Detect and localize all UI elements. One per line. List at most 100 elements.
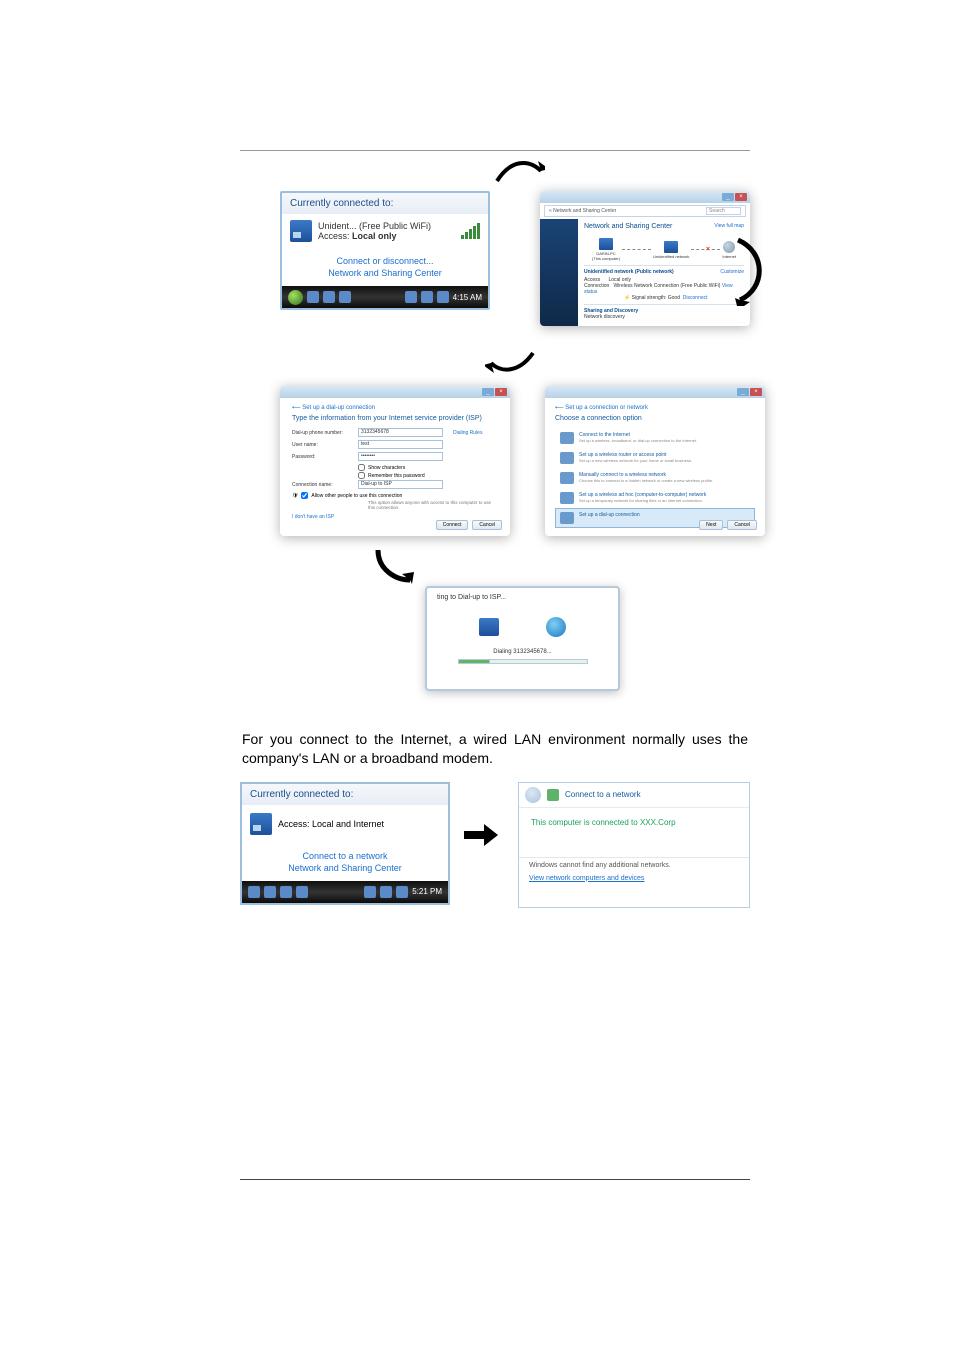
network-icon: [250, 813, 272, 835]
username-input[interactable]: test: [358, 440, 443, 449]
close-button[interactable]: ×: [750, 388, 762, 396]
password-input[interactable]: ••••••••: [358, 452, 443, 461]
network-icon: [290, 220, 312, 242]
option-connect-internet[interactable]: Connect to the InternetSet up a wireless…: [555, 428, 755, 448]
adhoc-icon: [560, 492, 574, 504]
link-view-full-map[interactable]: View full map: [714, 223, 744, 229]
tray-icon[interactable]: [380, 886, 392, 898]
show-chars-checkbox[interactable]: [358, 464, 365, 471]
taskbar-clock: 5:21 PM: [412, 887, 442, 896]
no-networks-note: Windows cannot find any additional netwo…: [519, 857, 749, 873]
taskbar-icon[interactable]: [248, 886, 260, 898]
arrow-down-right: [370, 546, 420, 586]
network-name: Unident... (Free Public WiFi): [318, 221, 431, 231]
arrow-right-curve: [495, 157, 545, 187]
figure-network-setup-flow: Currently connected to: Unident... (Free…: [240, 150, 750, 710]
dialog-title: ting to Dial-up to ISP...: [427, 588, 618, 613]
taskbar: 5:21 PM: [242, 881, 448, 903]
start-orb-icon[interactable]: [288, 290, 303, 305]
tray-icon[interactable]: [405, 291, 417, 303]
next-button[interactable]: Next: [699, 520, 723, 530]
tray-icon[interactable]: [437, 291, 449, 303]
window-network-sharing-center: _ × « Network and Sharing Center Search …: [540, 191, 750, 326]
taskbar-icon[interactable]: [339, 291, 351, 303]
address-bar[interactable]: « Network and Sharing Center Search: [544, 205, 746, 217]
cancel-button[interactable]: Cancel: [472, 520, 502, 530]
minimize-button[interactable]: _: [737, 388, 749, 396]
link-dialing-rules[interactable]: Dialing Rules: [453, 430, 482, 436]
taskbar: 4:15 AM: [282, 286, 488, 308]
option-adhoc[interactable]: Set up a wireless ad hoc (computer-to-co…: [555, 488, 755, 508]
remember-password-checkbox[interactable]: [358, 472, 365, 479]
window-titlebar: [545, 386, 765, 398]
x-mark-icon: ×: [706, 246, 710, 253]
back-button-icon[interactable]: [525, 787, 541, 803]
window-connect-to-network: Connect to a network This computer is co…: [518, 782, 750, 908]
window-titlebar: [540, 191, 750, 203]
body-paragraph: For you connect to the Internet, a wired…: [240, 730, 750, 768]
arrow-right: [462, 822, 498, 848]
close-button[interactable]: ×: [735, 193, 747, 201]
wizard-back-title: ⟵ Set up a connection or network: [555, 404, 755, 411]
link-network-sharing-center[interactable]: Network and Sharing Center: [290, 268, 480, 278]
popup-heading: Currently connected to:: [282, 193, 488, 214]
tray-icon[interactable]: [364, 886, 376, 898]
search-input[interactable]: Search: [706, 207, 741, 215]
network-info: Unident... (Free Public WiFi) Access: Lo…: [318, 221, 431, 241]
wizard-heading: Type the information from your Internet …: [292, 415, 498, 422]
wizard-heading: Choose a connection option: [555, 415, 755, 422]
signal-bars-icon: [461, 223, 480, 239]
allow-others-checkbox[interactable]: [301, 492, 308, 499]
cancel-button[interactable]: Cancel: [727, 520, 757, 530]
taskbar-icon[interactable]: [264, 886, 276, 898]
sidebar: [540, 219, 578, 326]
computer-icon: [479, 618, 499, 636]
globe-icon: [546, 617, 566, 637]
link-network-sharing-center[interactable]: Network and Sharing Center: [248, 863, 442, 873]
phone-icon: [560, 512, 574, 524]
wizard-back-title: ⟵ Set up a dial-up connection: [292, 404, 498, 411]
connected-message: This computer is connected to XXX.Corp: [519, 808, 749, 837]
access-line: Access: Local and Internet: [278, 819, 384, 829]
window-choose-connection-option: _× ⟵ Set up a connection or network Choo…: [545, 386, 765, 536]
popup-heading: Currently connected to:: [242, 784, 448, 805]
computer-icon: [599, 238, 613, 250]
taskbar-clock: 4:15 AM: [453, 293, 482, 302]
taskbar-icon[interactable]: [296, 886, 308, 898]
network-icon: [547, 789, 559, 801]
link-view-devices[interactable]: View network computers and devices: [519, 873, 749, 884]
arrow-left-curve: [485, 347, 535, 377]
option-manual-wireless[interactable]: Manually connect to a wireless networkCh…: [555, 468, 755, 488]
link-connect-network[interactable]: Connect to a network: [248, 851, 442, 861]
window-dialup-setup: _× ⟵ Set up a dial-up connection Type th…: [280, 386, 510, 536]
phone-input[interactable]: 3132345678: [358, 428, 443, 437]
network-icon: [664, 241, 678, 253]
link-connect-disconnect[interactable]: Connect or disconnect...: [290, 256, 480, 266]
link-disconnect[interactable]: Disconnect: [683, 295, 708, 301]
connection-name-input[interactable]: Dial-up to ISP: [358, 480, 443, 489]
popup-currently-connected-2: Currently connected to: Access: Local an…: [240, 782, 450, 905]
minimize-button[interactable]: _: [482, 388, 494, 396]
window-controls: _ ×: [722, 193, 747, 201]
router-icon: [560, 452, 574, 464]
tray-icon[interactable]: [421, 291, 433, 303]
network-map: DARIN-PC(This computer) Unidentified net…: [584, 234, 744, 265]
shield-icon: 🛡: [292, 493, 298, 499]
dialing-status: Dialing 3132345678...: [427, 649, 618, 655]
globe-icon: [560, 432, 574, 444]
minimize-button[interactable]: _: [722, 193, 734, 201]
connect-button[interactable]: Connect: [436, 520, 469, 530]
popup-currently-connected: Currently connected to: Unident... (Free…: [280, 191, 490, 310]
taskbar-icon[interactable]: [280, 886, 292, 898]
window-title: Connect to a network: [565, 790, 641, 799]
wireless-icon: [560, 472, 574, 484]
option-setup-router[interactable]: Set up a wireless router or access point…: [555, 448, 755, 468]
window-titlebar: [280, 386, 510, 398]
dialog-dialing: ting to Dial-up to ISP... Dialing 313234…: [425, 586, 620, 691]
progress-bar: [458, 659, 588, 664]
taskbar-icon[interactable]: [307, 291, 319, 303]
figure-wired-lan: Currently connected to: Access: Local an…: [240, 780, 750, 910]
tray-icon[interactable]: [396, 886, 408, 898]
taskbar-icon[interactable]: [323, 291, 335, 303]
close-button[interactable]: ×: [495, 388, 507, 396]
